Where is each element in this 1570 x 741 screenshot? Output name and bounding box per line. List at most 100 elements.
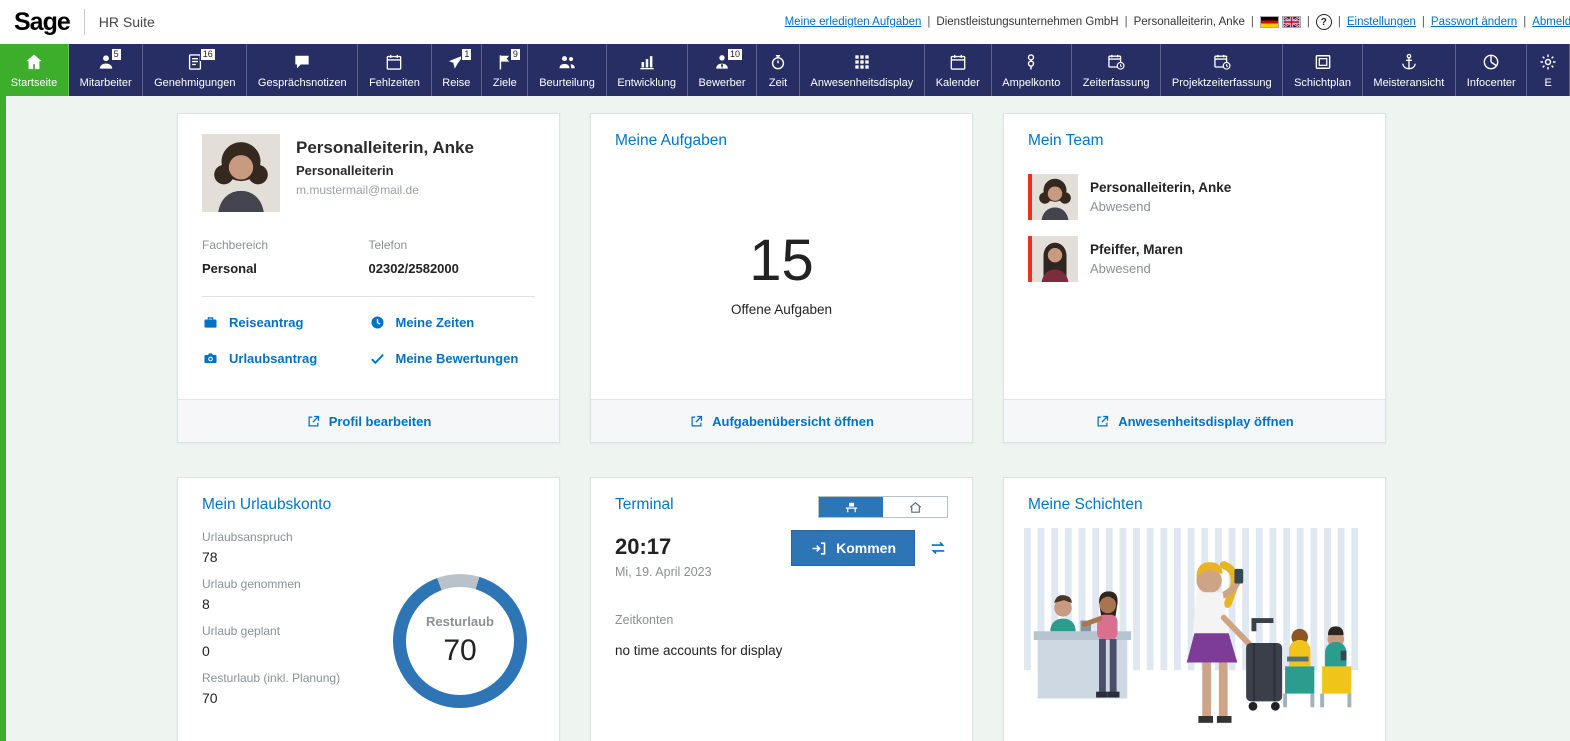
nav-icon-wrap	[1021, 52, 1041, 73]
vacation-row-value: 78	[202, 549, 379, 565]
sage-logo: Sage	[14, 8, 70, 37]
vacation-donut-chart: Resturlaub 70	[393, 574, 527, 708]
team-member-pfeiffer-maren[interactable]: Pfeiffer, MarenAbwesend	[1028, 236, 1361, 282]
quick-link-reiseantrag[interactable]: Reiseantrag	[202, 314, 369, 331]
vacation-row-value: 70	[202, 690, 379, 706]
nav-item-zeiterfassung[interactable]: Zeiterfassung	[1072, 44, 1161, 96]
time-accounts-label: Zeitkonten	[615, 613, 948, 627]
open-presence-display-button[interactable]: Anwesenheitsdisplay öffnen	[1004, 399, 1385, 442]
page-content: Personalleiterin, Anke Personalleiterin …	[0, 96, 1570, 741]
team-members-list: Personalleiterin, AnkeAbwesend Pfeiffer, …	[1004, 150, 1385, 282]
nav-icon-wrap	[384, 52, 404, 73]
toggle-home-segment[interactable]	[883, 497, 947, 517]
profile-identity: Personalleiterin, Anke Personalleiterin …	[296, 134, 474, 212]
anchor-icon	[1399, 52, 1419, 72]
flag-uk-icon[interactable]	[1282, 16, 1301, 28]
edit-profile-button[interactable]: Profil bearbeiten	[178, 399, 559, 442]
nav-item-label: Zeiterfassung	[1083, 77, 1150, 89]
toggle-office-segment[interactable]	[819, 497, 883, 517]
donut-center: Resturlaub 70	[393, 574, 527, 708]
external-link-icon	[1095, 414, 1110, 429]
team-card-title: Mein Team	[1004, 114, 1385, 150]
quick-link-meine-bewertungen[interactable]: Meine Bewertungen	[369, 350, 536, 367]
settings-link[interactable]: Einstellungen	[1347, 16, 1416, 28]
nav-item-label: Reise	[442, 77, 470, 89]
nav-item-gespr-chsnotizen[interactable]: Gesprächsnotizen	[247, 44, 358, 96]
member-avatar	[1032, 236, 1078, 282]
swap-direction-button[interactable]	[928, 538, 948, 558]
nav-item-projektzeiterfassung[interactable]: Projektzeiterfassung	[1161, 44, 1283, 96]
profile-role: Personalleiterin	[296, 163, 474, 178]
vacation-card: Mein Urlaubskonto Urlaubsanspruch78Urlau…	[177, 477, 560, 741]
chart-icon	[637, 52, 657, 72]
home-outline-icon	[908, 500, 923, 515]
terminal-location-toggle	[818, 496, 948, 518]
nav-icon-wrap	[1313, 52, 1333, 73]
nav-icon-wrap	[1481, 52, 1501, 73]
team-member-personalleiterin-anke[interactable]: Personalleiterin, AnkeAbwesend	[1028, 174, 1361, 220]
nav-item-kalender[interactable]: Kalender	[925, 44, 992, 96]
nav-item-beurteilung[interactable]: Beurteilung	[528, 44, 606, 96]
people-icon	[557, 52, 577, 72]
nav-item-genehmigungen[interactable]: 16Genehmigungen	[143, 44, 247, 96]
flag-germany-icon[interactable]	[1260, 16, 1279, 28]
nav-icon-wrap: 16	[185, 52, 205, 73]
nav-icon-wrap	[768, 52, 788, 73]
clock-in-button[interactable]: Kommen	[791, 530, 915, 566]
change-password-link[interactable]: Passwort ändern	[1431, 16, 1517, 28]
tasks-overview-label: Aufgabenübersicht öffnen	[712, 414, 874, 429]
vacation-row-value: 8	[202, 596, 379, 612]
member-info: Personalleiterin, AnkeAbwesend	[1090, 180, 1231, 214]
nav-item-ziele[interactable]: 9Ziele	[482, 44, 528, 96]
open-tasks-overview-button[interactable]: Aufgabenübersicht öffnen	[591, 399, 972, 442]
profile-fields: FachbereichPersonalTelefon02302/2582000	[178, 212, 559, 276]
help-icon[interactable]: ?	[1316, 14, 1332, 30]
clock-in-group: Kommen	[791, 530, 948, 566]
member-avatar	[1032, 174, 1078, 220]
quick-link-urlaubsantrag[interactable]: Urlaubsantrag	[202, 350, 369, 367]
quick-link-label: Urlaubsantrag	[229, 351, 317, 366]
nav-item-label: Ampelkonto	[1002, 77, 1060, 89]
check-icon	[369, 350, 386, 367]
nav-item-schichtplan[interactable]: Schichtplan	[1283, 44, 1362, 96]
nav-item-bewerber[interactable]: 10Bewerber	[688, 44, 758, 96]
vacation-card-title: Mein Urlaubskonto	[178, 478, 559, 514]
member-name: Personalleiterin, Anke	[1090, 180, 1231, 195]
nav-item-label: Ziele	[493, 77, 517, 89]
briefcase-icon	[202, 314, 219, 331]
separator: |	[1251, 16, 1254, 28]
separator: |	[1307, 16, 1310, 28]
nav-item-infocenter[interactable]: Infocenter	[1456, 44, 1527, 96]
time-accounts-section: Zeitkonten no time accounts for display	[591, 579, 972, 658]
nav-icon-wrap	[1538, 52, 1558, 73]
external-link-icon	[689, 414, 704, 429]
nav-icon-wrap	[852, 52, 872, 73]
done-tasks-link[interactable]: Meine erledigten Aufgaben	[785, 16, 922, 28]
nav-icon-wrap	[292, 52, 312, 73]
grid-icon	[852, 52, 872, 72]
shifts-illustration-wrap	[1024, 528, 1365, 741]
nav-item-ampelkonto[interactable]: Ampelkonto	[992, 44, 1073, 96]
terminal-date: Mi, 19. April 2023	[615, 565, 712, 579]
nav-item-e[interactable]: E	[1527, 44, 1569, 96]
calendar-icon	[948, 52, 968, 72]
nav-item-anwesenheitsdisplay[interactable]: Anwesenheitsdisplay	[800, 44, 925, 96]
nav-item-reise[interactable]: 1 Reise	[432, 44, 483, 96]
vacation-row-urlaub-genommen: Urlaub genommen8	[202, 577, 379, 612]
profile-email: m.mustermail@mail.de	[296, 183, 474, 197]
vacation-row-label: Urlaub geplant	[202, 624, 379, 638]
nav-badge: 1	[461, 48, 472, 61]
logout-link[interactable]: Abmelden	[1532, 16, 1570, 28]
quick-link-meine-zeiten[interactable]: Meine Zeiten	[369, 314, 536, 331]
nav-item-mitarbeiter[interactable]: 5Mitarbeiter	[69, 44, 143, 96]
profile-avatar	[202, 134, 280, 212]
nav-item-meisteransicht[interactable]: Meisteransicht	[1363, 44, 1456, 96]
donut-center-value: 70	[443, 634, 476, 668]
nav-item-zeit[interactable]: Zeit	[757, 44, 799, 96]
nav-item-startseite[interactable]: Startseite	[0, 44, 69, 96]
nav-item-fehlzeiten[interactable]: Fehlzeiten	[358, 44, 431, 96]
nav-item-label: Bewerber	[699, 77, 746, 89]
quick-link-label: Meine Bewertungen	[396, 351, 519, 366]
edit-profile-label: Profil bearbeiten	[329, 414, 432, 429]
nav-item-entwicklung[interactable]: Entwicklung	[607, 44, 688, 96]
